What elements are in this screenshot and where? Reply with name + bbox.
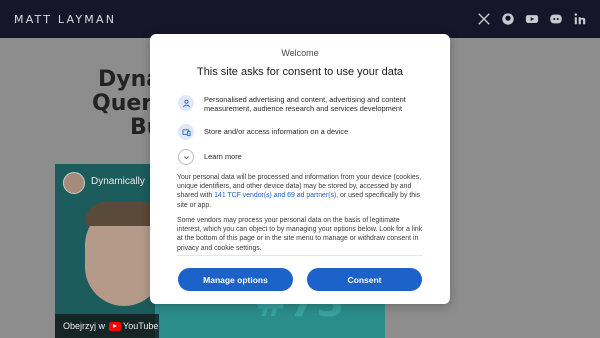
legitimate-interest-text: Some vendors may process your personal d… (177, 217, 423, 252)
person-icon (178, 95, 194, 111)
site-title[interactable]: MATT LAYMAN (14, 13, 116, 26)
purpose-label: Store and/or access information on a dev… (204, 127, 349, 136)
chevron-down-icon[interactable] (178, 149, 194, 165)
divider (177, 255, 423, 256)
consent-button[interactable]: Consent (307, 268, 422, 291)
dialog-welcome: Welcome (281, 48, 319, 58)
purpose-label: Personalised advertising and content, ad… (204, 95, 406, 114)
vendors-link[interactable]: 141 TCF vendor(s) and 69 ad partner(s) (214, 192, 336, 199)
social-links (476, 11, 588, 27)
consent-info-text: Your personal data will be processed and… (177, 173, 423, 210)
manage-options-button[interactable]: Manage options (178, 268, 293, 291)
watch-on-youtube-button[interactable]: Obejrzyj w YouTube (55, 314, 159, 338)
device-icon (178, 124, 194, 140)
linkedin-icon[interactable] (572, 11, 588, 27)
purpose-personalised-ads: Personalised advertising and content, ad… (178, 95, 439, 114)
youtube-wordmark: YouTube (123, 321, 159, 331)
youtube-logo: YouTube (109, 321, 158, 331)
github-icon[interactable] (500, 11, 516, 27)
dialog-title: This site asks for consent to use your d… (196, 66, 404, 78)
x-icon[interactable] (476, 11, 492, 27)
top-bar: MATT LAYMAN (0, 0, 600, 38)
watch-label: Obejrzyj w (63, 321, 106, 331)
discord-icon[interactable] (548, 11, 564, 27)
purpose-store-access: Store and/or access information on a dev… (178, 124, 439, 140)
learn-more-label[interactable]: Learn more (204, 149, 439, 161)
channel-avatar[interactable] (63, 172, 85, 194)
consent-dialog: Welcome This site asks for consent to us… (150, 34, 450, 304)
youtube-icon[interactable] (524, 11, 540, 27)
learn-more-toggle[interactable]: Learn more (178, 149, 439, 165)
youtube-play-icon (109, 321, 122, 331)
video-title[interactable]: Dynamically (91, 176, 145, 187)
